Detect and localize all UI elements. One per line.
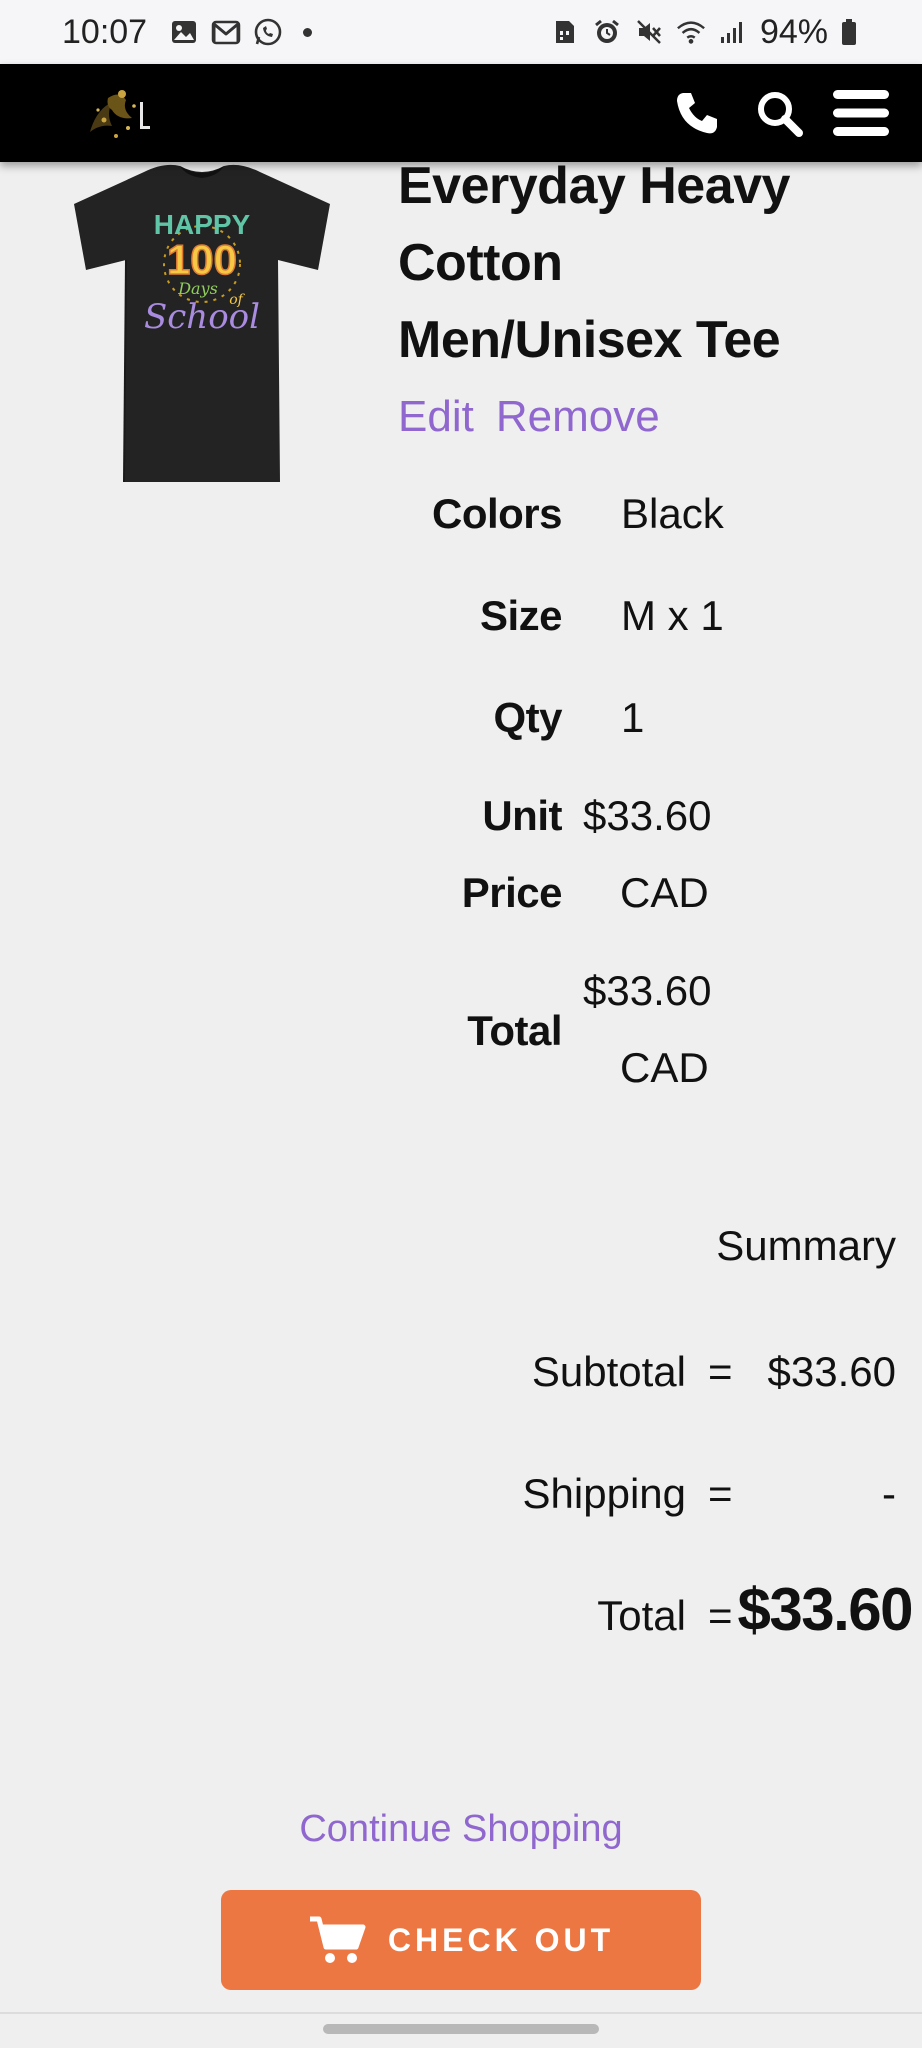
product-image[interactable]: HAPPY 100 Days of School	[68, 160, 336, 490]
site-header	[0, 64, 922, 162]
site-logo[interactable]	[82, 80, 172, 146]
product-title-line-2: Cotton	[398, 234, 563, 292]
status-bar: 10:07 94%	[0, 0, 922, 64]
battery-percent: 94%	[759, 12, 828, 51]
grand-total-value: $33.60	[737, 1576, 913, 1643]
total-label: Total	[467, 1007, 562, 1054]
colors-value: Black	[621, 490, 724, 537]
status-bar-left: 10:07	[62, 12, 313, 52]
subtotal-equals: =	[708, 1348, 733, 1395]
mute-icon	[634, 17, 664, 47]
size-value: M x 1	[621, 592, 724, 639]
product-title[interactable]: Everyday Heavy Cotton Men/Unisex Tee	[398, 148, 878, 379]
continue-shopping-label: Continue Shopping	[299, 1808, 623, 1850]
search-icon[interactable]	[750, 84, 808, 142]
status-time: 10:07	[62, 12, 148, 51]
sim-icon	[550, 17, 580, 47]
phone-icon[interactable]	[668, 84, 726, 142]
unit-price-currency: CAD	[620, 869, 709, 916]
total-currency: CAD	[620, 1044, 709, 1091]
shipping-equals: =	[708, 1470, 733, 1517]
signal-icon	[718, 17, 748, 47]
continue-shopping-link[interactable]: Continue Shopping	[0, 1808, 922, 1851]
menu-icon[interactable]	[832, 84, 890, 142]
subtotal-value: $33.60	[767, 1348, 896, 1395]
alarm-icon	[592, 17, 622, 47]
remove-link[interactable]: Remove	[496, 392, 660, 442]
cart-icon	[309, 1916, 366, 1963]
notification-dot-icon	[303, 27, 313, 37]
qty-label: Qty	[493, 694, 562, 741]
gallery-icon	[169, 17, 199, 47]
edit-link[interactable]: Edit	[398, 392, 474, 442]
shipping-label: Shipping	[522, 1470, 686, 1517]
shipping-value: -	[882, 1470, 896, 1517]
summary-title: Summary	[716, 1222, 896, 1269]
item-actions: Edit Remove	[398, 392, 660, 442]
status-bar-right: 94%	[550, 13, 858, 52]
unit-price-label-line-2: Price	[461, 869, 563, 916]
colors-label: Colors	[431, 490, 563, 537]
shirt-print-days: Days	[177, 279, 218, 298]
bottom-divider	[0, 2012, 922, 2014]
wifi-icon	[676, 17, 706, 47]
grand-total-label: Total	[597, 1592, 686, 1639]
size-label: Size	[479, 592, 563, 639]
checkout-button[interactable]: CHECK OUT	[221, 1890, 701, 1990]
subtotal-label: Subtotal	[531, 1348, 686, 1395]
qty-value: 1	[621, 694, 645, 741]
battery-icon	[840, 17, 858, 47]
gmail-icon	[211, 17, 241, 47]
header-actions	[668, 84, 890, 142]
shirt-print-100: 100	[167, 236, 237, 283]
home-indicator[interactable]	[323, 2024, 599, 2034]
whatsapp-icon	[253, 17, 283, 47]
total-value: $33.60	[583, 967, 712, 1014]
checkout-label: CHECK OUT	[387, 1921, 615, 1958]
unit-price-label-line-1: Unit	[482, 792, 562, 839]
product-title-line-3: Men/Unisex Tee	[398, 311, 781, 369]
grand-total-equals: =	[708, 1592, 733, 1639]
unit-price-value: $33.60	[583, 792, 712, 839]
shirt-print-school: School	[144, 297, 260, 337]
